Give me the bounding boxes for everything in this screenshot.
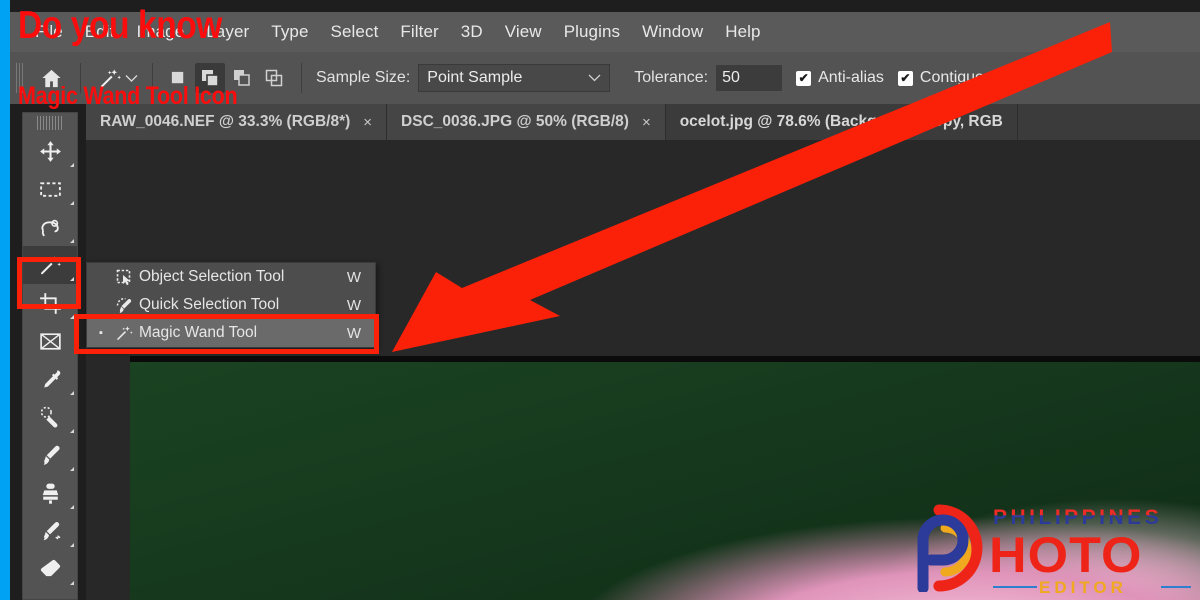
spot-healing-brush-icon[interactable] — [23, 398, 77, 436]
menu-item-view[interactable]: View — [494, 12, 553, 52]
annotation-subtitle: Magic Wand Tool Icon — [18, 82, 238, 110]
tolerance-label: Tolerance: — [634, 69, 709, 86]
flyout-menu-item-shortcut: W — [346, 296, 361, 314]
sample-all-layers-checkbox[interactable] — [1014, 70, 1037, 86]
tool-flyout-triangle-icon — [70, 239, 74, 243]
watermark-logo: PHILIPPINES HOTO EDITOR — [893, 500, 1193, 597]
menu-item-plugins[interactable]: Plugins — [553, 12, 631, 52]
watermark-word-editor: EDITOR — [1039, 578, 1127, 597]
sample-size-select[interactable]: Point Sample — [418, 64, 611, 92]
eraser-icon[interactable] — [23, 550, 77, 588]
tool-flyout-triangle-icon — [70, 163, 74, 167]
brush-icon[interactable] — [23, 436, 77, 474]
tool-flyout-triangle-icon — [70, 391, 74, 395]
tool-flyout-triangle-icon — [70, 581, 74, 585]
flyout-menu-item-label: Quick Selection Tool — [139, 296, 280, 313]
clone-stamp-icon[interactable] — [23, 474, 77, 512]
object-selection-icon — [109, 268, 139, 286]
watermark-rule-left — [993, 586, 1037, 588]
watermark-word-photo: HOTO — [989, 527, 1143, 583]
document-tab-bar: RAW_0046.NEF @ 33.3% (RGB/8*) × DSC_0036.J… — [86, 104, 1200, 140]
tool-flyout-triangle-icon — [70, 543, 74, 547]
selection-mode-intersect[interactable] — [259, 63, 289, 93]
anti-alias-label: Anti-alias — [818, 69, 884, 86]
contiguous-label: Contiguous — [919, 69, 1001, 86]
tolerance-input[interactable]: 50 — [716, 65, 783, 91]
frame-icon[interactable] — [23, 322, 77, 360]
menu-item-type[interactable]: Type — [260, 12, 319, 52]
select-chevron-down-icon — [588, 74, 601, 82]
document-tab-label: DSC_0036.JPG @ 50% (RGB/8) — [401, 113, 629, 130]
tab-close-icon[interactable]: × — [363, 114, 372, 131]
annotation-box-toolbar-icon — [17, 257, 81, 309]
quick-selection-icon — [109, 296, 139, 314]
tools-panel-grip[interactable] — [37, 116, 63, 130]
menu-item-3d[interactable]: 3D — [450, 12, 494, 52]
watermark-rule-right — [1161, 586, 1191, 588]
checkmark-icon-3 — [1014, 70, 1030, 86]
menu-item-help[interactable]: Help — [714, 12, 771, 52]
document-tab-label: ocelot.jpg @ 78.6% (Background copy, RGB — [679, 113, 1003, 130]
document-tab-label: RAW_0046.NEF @ 33.3% (RGB/8*) — [100, 113, 351, 130]
move-icon[interactable] — [23, 132, 77, 170]
checkmark-icon: ✔ — [796, 70, 812, 86]
menu-item-filter[interactable]: Filter — [389, 12, 449, 52]
annotation-box-magic-wand-menu-item — [74, 314, 379, 354]
tool-flyout-triangle-icon — [70, 429, 74, 433]
history-brush-icon[interactable] — [23, 512, 77, 550]
options-separator-3 — [301, 63, 302, 93]
checkmark-icon-2: ✔ — [897, 70, 913, 86]
rectangular-marquee-icon[interactable] — [23, 170, 77, 208]
tool-flyout-triangle-icon — [70, 505, 74, 509]
menu-item-select[interactable]: Select — [320, 12, 390, 52]
circular-p-logo-icon — [917, 504, 983, 592]
contiguous-checkbox[interactable]: ✔ Contiguous — [897, 69, 1001, 87]
document-tab[interactable]: DSC_0036.JPG @ 50% (RGB/8) × — [387, 104, 666, 140]
tools-panel — [22, 112, 78, 600]
annotation-title: Do you know — [18, 4, 222, 47]
document-tab[interactable]: ocelot.jpg @ 78.6% (Background copy, RGB — [665, 104, 1018, 140]
flyout-menu-item[interactable]: Object Selection Tool W — [87, 263, 375, 291]
menu-item-window[interactable]: Window — [631, 12, 714, 52]
tab-close-icon[interactable]: × — [642, 114, 651, 131]
sample-size-label: Sample Size: — [316, 69, 411, 86]
sample-size-value: Point Sample — [427, 69, 523, 86]
eyedropper-icon[interactable] — [23, 360, 77, 398]
flyout-menu-item-label: Object Selection Tool — [139, 268, 285, 285]
tool-flyout-triangle-icon — [70, 467, 74, 471]
lasso-icon[interactable] — [23, 208, 77, 246]
anti-alias-checkbox[interactable]: ✔ Anti-alias — [796, 69, 884, 87]
tool-flyout-triangle-icon — [70, 201, 74, 205]
window-left-edge-accent — [0, 0, 10, 600]
flyout-menu-item-shortcut: W — [346, 268, 361, 286]
